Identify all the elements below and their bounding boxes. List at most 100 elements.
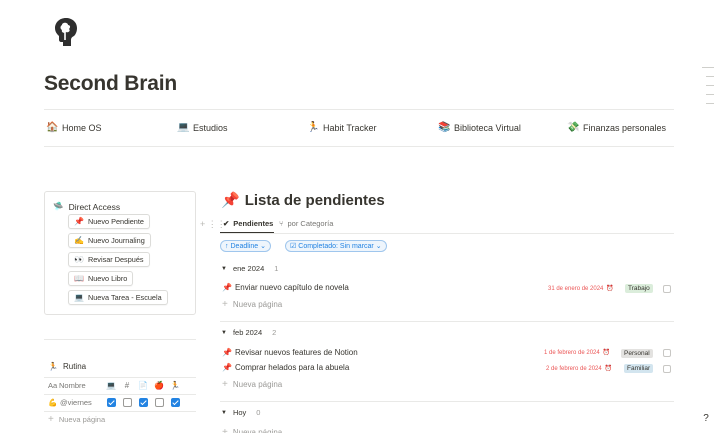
category-tag: Familiar <box>624 364 654 373</box>
direct-access-title: 🛸 Direct Access <box>53 201 121 212</box>
new-page-button[interactable]: + Nueva página <box>222 299 282 310</box>
group-count: 0 <box>256 408 261 417</box>
tab-pendientes[interactable]: ✔ Pendientes <box>223 219 273 228</box>
triangle-down-icon: ▼ <box>221 409 227 416</box>
group-divider <box>220 401 674 402</box>
apple-icon[interactable]: 🍎 <box>153 380 165 392</box>
pin-icon: 📌 <box>222 348 232 357</box>
nav-divider <box>44 146 674 147</box>
new-page-button[interactable]: + Nueva página <box>222 379 282 390</box>
header-divider <box>44 109 674 110</box>
nav-habit-tracker[interactable]: 🏃 Habit Tracker <box>307 122 377 133</box>
ufo-icon: 🛸 <box>53 201 64 211</box>
group-count: 1 <box>274 264 279 273</box>
rutina-bottom-divider <box>44 411 196 412</box>
laptop-icon: 💻 <box>74 293 84 302</box>
rutina-new-page[interactable]: + Nueva página <box>48 414 105 425</box>
group-feb-2024[interactable]: ▼ feb 2024 2 <box>221 328 276 337</box>
rutina-title[interactable]: 🏃 Rutina <box>48 362 86 371</box>
task-title: Revisar nuevos features de Notion <box>234 348 358 357</box>
house-icon: 🏠 <box>46 122 59 133</box>
task-deadline: 31 de enero de 2024 ⏰ <box>548 285 614 293</box>
group-ene-2024[interactable]: ▼ ene 2024 1 <box>221 264 278 273</box>
page-outline[interactable] <box>702 67 714 112</box>
task-row[interactable]: 📌 Comprar helados para la abuela <box>222 363 349 372</box>
category-tag: Personal <box>621 349 653 358</box>
nav-label: Finanzas personales <box>583 122 667 133</box>
branch-icon: ⑂ <box>279 219 284 228</box>
laptop-icon[interactable]: 💻 <box>105 380 117 392</box>
brain-head-icon <box>55 18 77 46</box>
new-school-task-button[interactable]: 💻 Nueva Tarea - Escuela <box>68 290 168 305</box>
completado-filter-chip[interactable]: ☑ Completado: Sin marcar ⌄ <box>285 240 387 252</box>
name-column-header[interactable]: Nombre <box>59 381 86 390</box>
tabs-divider <box>220 233 674 234</box>
writing-hand-icon: ✍️ <box>74 236 84 245</box>
plus-icon: + <box>48 414 54 425</box>
pin-icon: 📌 <box>74 217 84 226</box>
flexed-biceps-icon: 💪 <box>48 398 58 407</box>
rutina-row-label: @viernes <box>60 398 92 407</box>
task-checkbox[interactable] <box>663 365 671 373</box>
group-count: 2 <box>272 328 277 337</box>
alarm-clock-icon: ⏰ <box>602 350 611 356</box>
books-icon: 📚 <box>438 122 451 133</box>
habit-checkbox[interactable] <box>106 398 116 407</box>
task-row[interactable]: 📌 Enviar nuevo capítulo de novela <box>222 283 349 292</box>
nav-biblioteca-virtual[interactable]: 📚 Biblioteca Virtual <box>438 122 521 133</box>
review-later-button[interactable]: 👀 Revisar Después <box>68 252 150 267</box>
alarm-clock-icon: ⏰ <box>604 366 613 372</box>
new-book-button[interactable]: 📖 Nuevo Libro <box>68 271 134 286</box>
nav-home-os[interactable]: 🏠 Home OS <box>46 122 102 133</box>
book-icon: 📖 <box>74 274 84 283</box>
habit-checkbox[interactable] <box>122 398 132 407</box>
runner-icon[interactable]: 🏃 <box>169 380 181 392</box>
money-icon: 💸 <box>567 122 580 133</box>
chevron-down-icon: ⌄ <box>375 243 382 250</box>
hash-icon[interactable]: # <box>121 380 133 392</box>
page-icon[interactable]: 📄 <box>137 380 149 392</box>
text-type-icon: Aa <box>48 381 58 390</box>
runner-icon: 🏃 <box>307 122 320 133</box>
task-title: Comprar helados para la abuela <box>234 363 350 372</box>
task-title: Enviar nuevo capítulo de novela <box>234 283 349 292</box>
runner-icon: 🏃 <box>48 362 58 371</box>
nav-finanzas-personales[interactable]: 💸 Finanzas personales <box>567 122 666 133</box>
group-divider <box>220 321 674 322</box>
nav-label: Home OS <box>62 122 102 133</box>
pin-icon: 📌 <box>222 363 232 372</box>
nav-label: Biblioteca Virtual <box>454 122 521 133</box>
plus-icon: + <box>222 379 228 390</box>
eyes-icon: 👀 <box>74 255 84 264</box>
check-circle-icon: ✔ <box>223 219 230 228</box>
drag-handle-icon[interactable]: + ⋮⋮ <box>200 219 226 230</box>
page-title: Second Brain <box>44 72 177 95</box>
new-pending-button[interactable]: 📌 Nuevo Pendiente <box>68 214 150 229</box>
nav-label: Estudios <box>193 122 228 133</box>
habit-checkbox[interactable] <box>170 398 180 407</box>
laptop-icon: 💻 <box>177 122 190 133</box>
alarm-clock-icon: ⏰ <box>606 286 614 292</box>
new-journaling-button[interactable]: ✍️ Nuevo Journaling <box>68 233 151 248</box>
rutina-row[interactable]: 💪 @viernes <box>44 394 196 411</box>
triangle-down-icon: ▼ <box>221 329 227 336</box>
group-hoy[interactable]: ▼ Hoy 0 <box>221 408 260 417</box>
pin-icon: 📌 <box>221 192 240 209</box>
plus-icon: + <box>222 427 228 433</box>
category-tag: Trabajo <box>625 284 653 293</box>
pin-icon: 📌 <box>222 283 232 292</box>
rutina-header-row: Aa Nombre 💻 # 📄 🍎 🏃 <box>44 377 196 394</box>
help-question-icon[interactable]: ? <box>699 411 713 425</box>
task-row[interactable]: 📌 Revisar nuevos features de Notion <box>222 348 358 357</box>
list-title: 📌 Lista de pendientes <box>221 191 385 210</box>
task-deadline: 1 de febrero de 2024 ⏰ <box>544 349 611 357</box>
nav-label: Habit Tracker <box>323 122 377 133</box>
nav-estudios[interactable]: 💻 Estudios <box>177 122 228 133</box>
task-checkbox[interactable] <box>663 285 671 293</box>
new-page-button[interactable]: + Nueva página <box>222 427 282 433</box>
deadline-sort-chip[interactable]: ↑ Deadline ⌄ <box>220 240 272 252</box>
tab-por-categoria[interactable]: ⑂ por Categoría <box>279 219 333 228</box>
habit-checkbox[interactable] <box>138 398 148 407</box>
task-checkbox[interactable] <box>663 349 671 357</box>
habit-checkbox[interactable] <box>154 398 164 407</box>
